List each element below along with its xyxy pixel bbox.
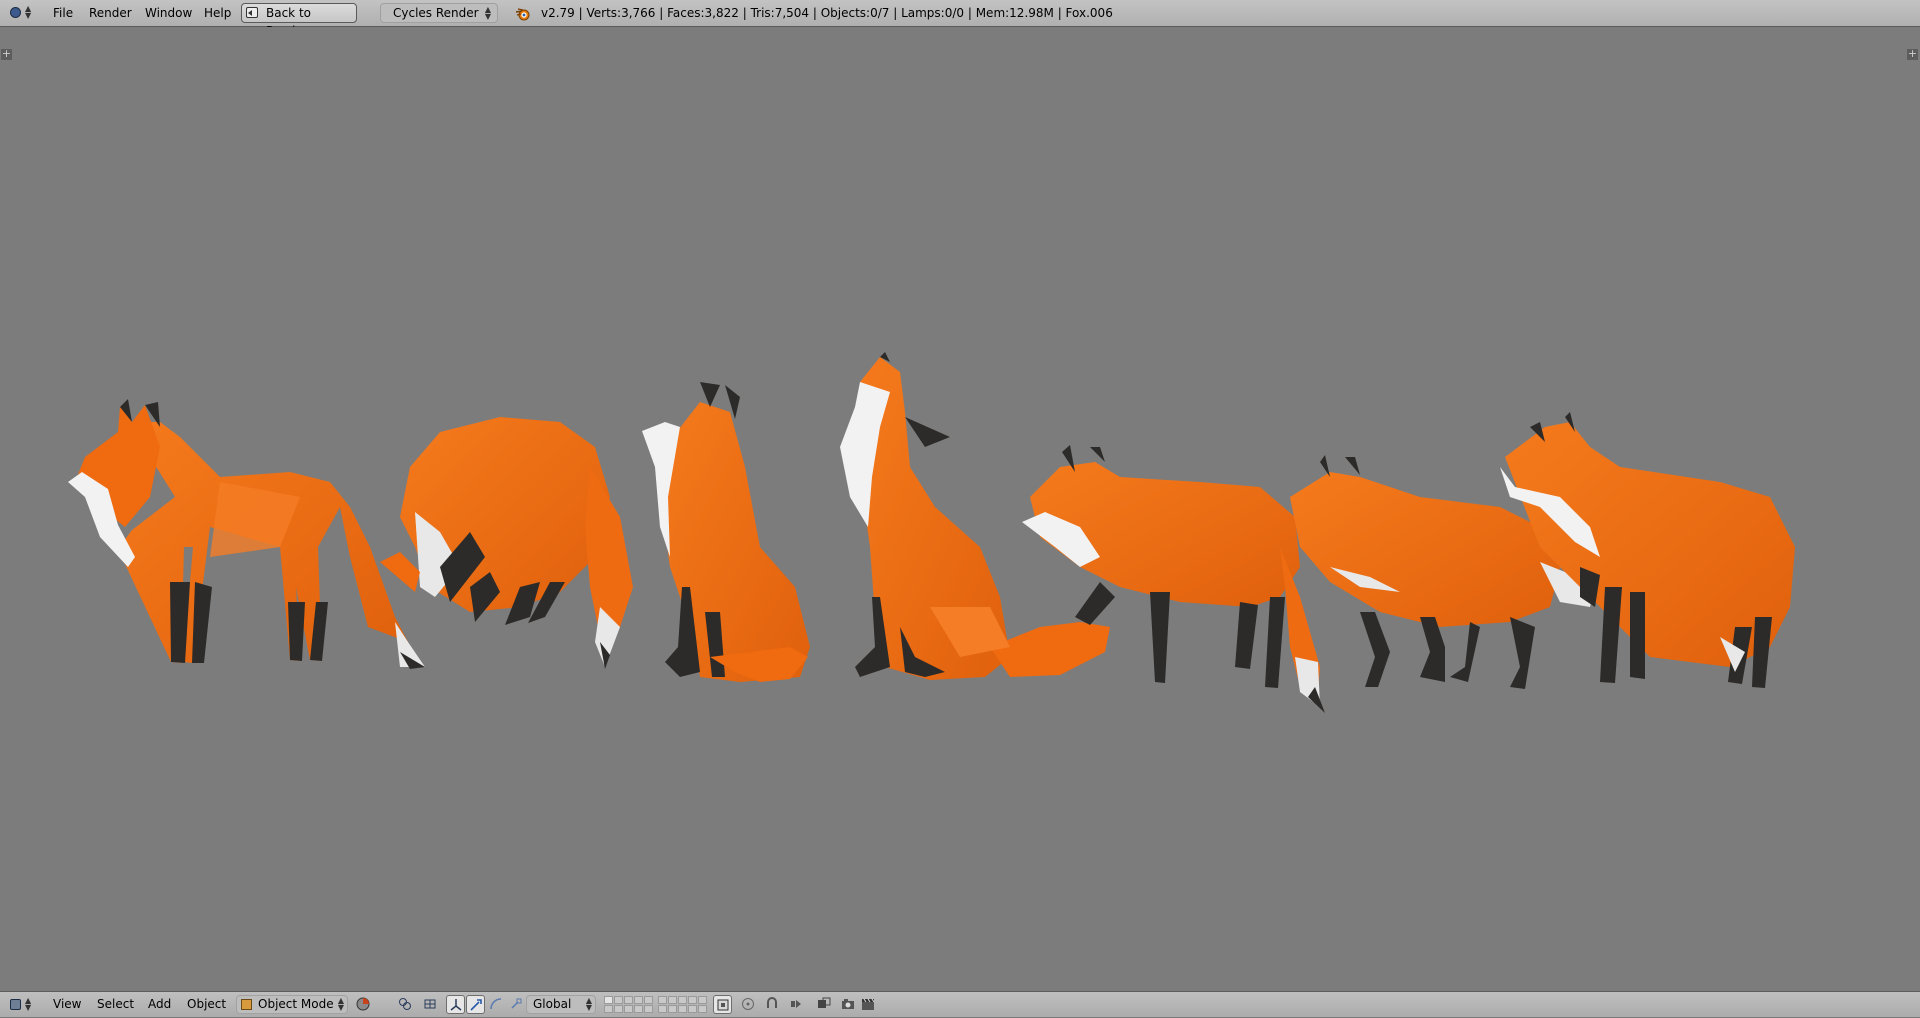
layer-4[interactable] xyxy=(634,996,643,1004)
layer-13[interactable] xyxy=(624,1005,633,1013)
layer-15[interactable] xyxy=(644,1005,653,1013)
back-screen-icon xyxy=(246,7,258,18)
blender-logo-icon xyxy=(515,8,530,21)
layer-14[interactable] xyxy=(634,1005,643,1013)
opengl-render-icon[interactable] xyxy=(838,995,857,1014)
snap-icon[interactable] xyxy=(762,995,781,1014)
layer-3[interactable] xyxy=(624,996,633,1004)
menu-object[interactable]: Object xyxy=(187,992,226,1017)
editor-type-arrows-icon: ▲ ▼ xyxy=(25,996,32,1012)
scale-icon[interactable] xyxy=(486,995,505,1014)
scene-statistics: v2.79 | Verts:3,766 | Faces:3,822 | Tris… xyxy=(541,6,1113,20)
editor-type-arrows-icon: ▲ ▼ xyxy=(25,4,32,20)
proportional-edit-icon[interactable] xyxy=(738,995,757,1014)
info-icon xyxy=(10,7,21,18)
manipulator-toggle-icon[interactable] xyxy=(420,995,439,1014)
layer-20[interactable] xyxy=(698,1005,707,1013)
3d-viewport[interactable]: + + xyxy=(0,27,1920,991)
layers-grid[interactable] xyxy=(604,996,708,1014)
opengl-animation-icon[interactable] xyxy=(858,995,877,1014)
translate-icon[interactable] xyxy=(446,995,465,1014)
fox-standing[interactable] xyxy=(68,399,425,669)
pivot-point-icon[interactable] xyxy=(395,995,414,1014)
layer-18[interactable] xyxy=(678,1005,687,1013)
layer-5[interactable] xyxy=(644,996,653,1004)
layer-1[interactable] xyxy=(604,996,613,1004)
interaction-mode-value: Object Mode xyxy=(258,997,334,1011)
render-preview-icon[interactable] xyxy=(814,995,833,1014)
menu-add[interactable]: Add xyxy=(148,992,171,1017)
layer-11[interactable] xyxy=(604,1005,613,1013)
dropdown-arrows-icon: ▲ ▼ xyxy=(337,996,344,1012)
3d-view-editor-selector[interactable]: ▲ ▼ xyxy=(4,995,34,1015)
fox-looking-back[interactable] xyxy=(1500,412,1795,688)
back-to-previous-button[interactable]: Back to Previous xyxy=(241,3,357,38)
info-header: ▲▼ File Render Window Help Back to Previ… xyxy=(0,0,1920,38)
layer-9[interactable] xyxy=(688,996,697,1004)
fox-models-render xyxy=(68,352,1795,713)
layer-7[interactable] xyxy=(668,996,677,1004)
menu-window[interactable]: Window xyxy=(145,0,192,27)
lock-camera-icon[interactable] xyxy=(713,995,732,1014)
transform-orientation-value: Global xyxy=(533,997,572,1011)
layer-16[interactable] xyxy=(658,1005,667,1013)
fox-walking[interactable] xyxy=(1022,445,1325,713)
transform-orientation-dropdown[interactable]: Global ▲ ▼ xyxy=(526,995,596,1014)
layer-12[interactable] xyxy=(614,1005,623,1013)
3d-view-header: ▲ ▼ View Select Add Object Object Mode ▲ ▼… xyxy=(0,991,1920,1017)
transform-icon[interactable] xyxy=(506,995,525,1014)
snap-target-icon[interactable] xyxy=(786,995,805,1014)
menu-select[interactable]: Select xyxy=(97,992,134,1017)
menu-help[interactable]: Help xyxy=(204,0,231,27)
editor-type-selector[interactable]: ▲ ▼ xyxy=(4,3,34,23)
render-engine-value: Cycles Render xyxy=(393,6,479,20)
interaction-mode-dropdown[interactable]: Object Mode ▲ ▼ xyxy=(236,995,348,1014)
layer-10[interactable] xyxy=(698,996,707,1004)
layer-19[interactable] xyxy=(688,1005,697,1013)
dropdown-arrows-icon: ▲ ▼ xyxy=(585,996,592,1012)
layer-2[interactable] xyxy=(614,996,623,1004)
menu-view[interactable]: View xyxy=(53,992,81,1017)
fox-sitting[interactable] xyxy=(642,382,810,682)
rotate-icon[interactable] xyxy=(466,995,485,1014)
object-mode-icon xyxy=(241,999,252,1010)
layer-17[interactable] xyxy=(668,1005,677,1013)
3d-view-icon xyxy=(10,999,21,1010)
dropdown-arrows-icon: ▲ ▼ xyxy=(484,5,491,21)
menu-render[interactable]: Render xyxy=(89,0,132,27)
layer-8[interactable] xyxy=(678,996,687,1004)
fox-pouncing[interactable] xyxy=(380,417,633,669)
render-engine-dropdown[interactable]: Cycles Render ▲ ▼ xyxy=(380,3,498,23)
viewport-shading-icon[interactable] xyxy=(353,995,372,1014)
layer-6[interactable] xyxy=(658,996,667,1004)
menu-file[interactable]: File xyxy=(53,0,73,27)
